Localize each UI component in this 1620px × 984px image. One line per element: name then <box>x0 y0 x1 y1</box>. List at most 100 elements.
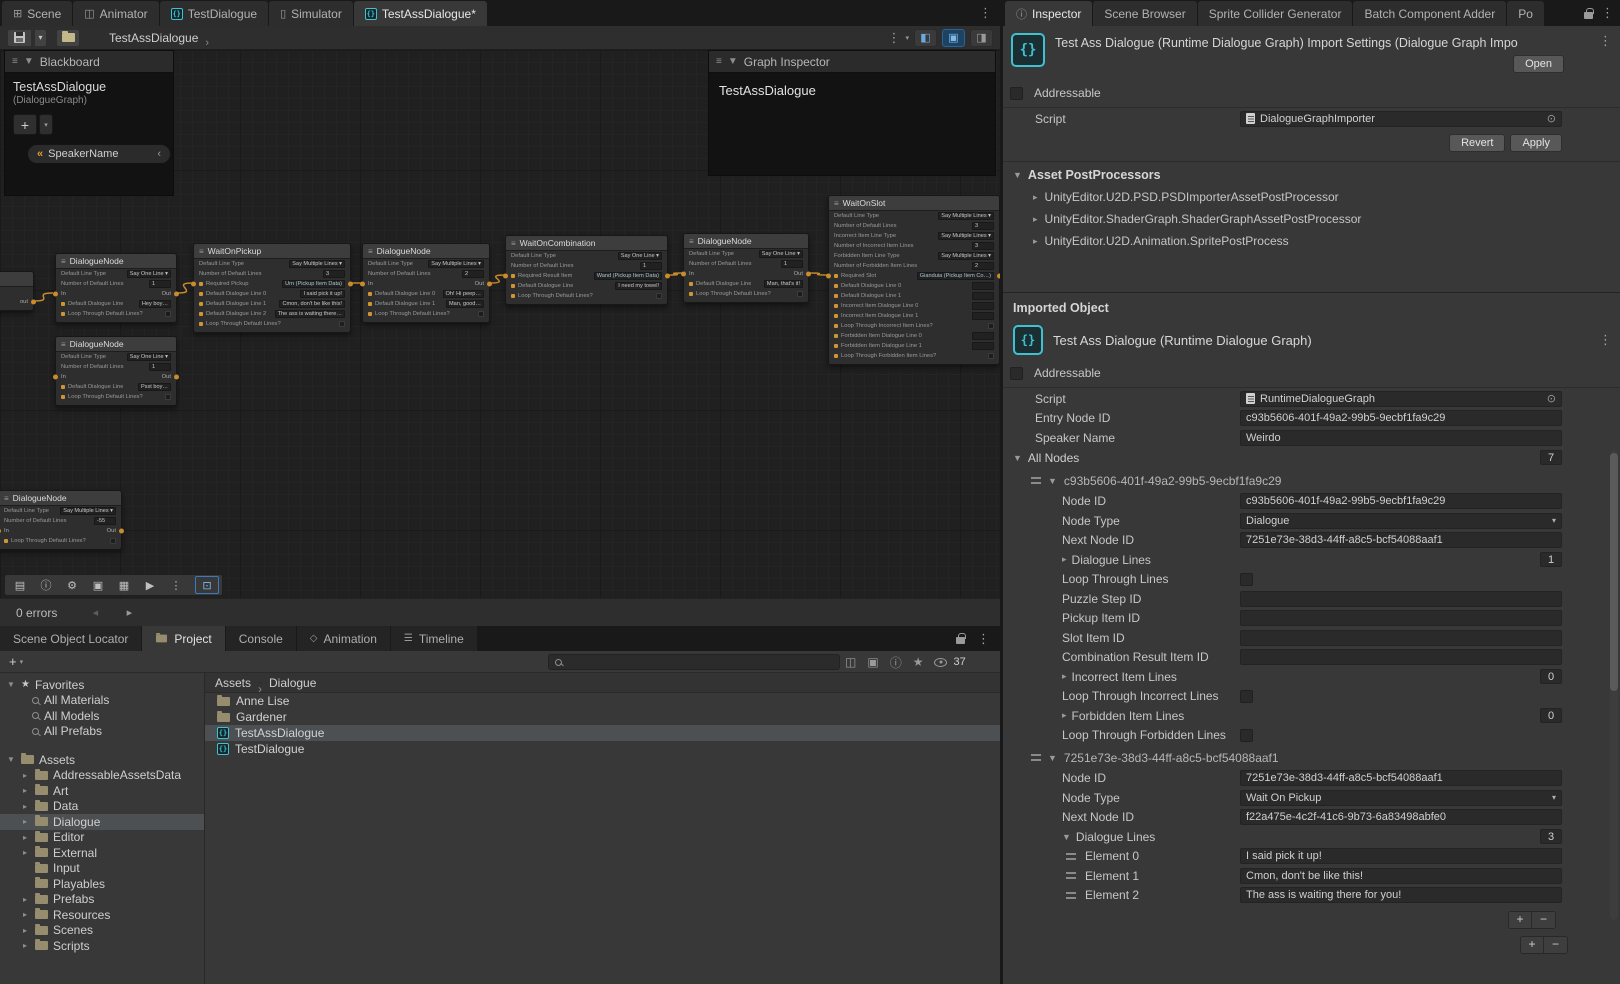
tree-item-assets[interactable]: ▼ Assets <box>0 752 204 768</box>
node-title[interactable]: ≡DialogueNode <box>56 254 176 269</box>
node-field-control[interactable]: -55 <box>94 517 116 525</box>
output-port[interactable] <box>119 529 124 534</box>
node-title[interactable]: ≡DialogueNode <box>684 234 808 249</box>
input-port[interactable] <box>53 375 58 380</box>
foldout-incorrect-item-lines[interactable]: ▸Incorrect Item Lines <box>1003 670 1240 684</box>
array-size-field[interactable]: 1 <box>1540 552 1562 567</box>
text-field-node-id[interactable]: 7251e73e-38d3-44ff-a8c5-bcf54088aaf1 <box>1240 770 1562 786</box>
script-field[interactable]: DialogueGraphImporter ⊙ <box>1240 111 1562 127</box>
node-field-control[interactable]: I need my towel! <box>615 282 662 290</box>
graph-inspector-panel[interactable]: ≡ ▼ Graph Inspector TestAssDialogue <box>708 50 996 176</box>
remove-element-button[interactable]: − <box>1544 937 1567 953</box>
array-size-field[interactable]: 0 <box>1540 669 1562 684</box>
dock-tab-animation[interactable]: ◇ Animation <box>297 626 390 651</box>
kebab-icon[interactable]: ⋮ <box>887 30 900 46</box>
breadcrumb-root[interactable]: Assets <box>215 676 251 690</box>
node-object-control[interactable]: Gianduia (Pickup Item Co…) <box>917 272 994 280</box>
node-field-control[interactable]: 2 <box>462 270 484 278</box>
addressable-checkbox[interactable] <box>1010 87 1023 100</box>
tree-item-all-materials[interactable]: All Materials <box>0 693 204 709</box>
node-entry-foldout[interactable]: ▼ c93b5606-401f-49a2-99b5-9ecbf1fa9c29 <box>1003 472 1620 490</box>
node-entry-foldout[interactable]: ▼ 7251e73e-38d3-44ff-a8c5-bcf54088aaf1 <box>1003 749 1620 767</box>
drag-handle-icon[interactable] <box>1066 853 1076 860</box>
blackboard-panel[interactable]: ≡ ▼ Blackboard TestAssDialogue (Dialogue… <box>4 50 174 196</box>
node-field-control[interactable]: Man, good… <box>446 300 484 308</box>
dock-tab-project[interactable]: Project <box>142 626 224 651</box>
kebab-icon[interactable]: ⋮ <box>977 631 990 647</box>
input-port[interactable] <box>53 292 58 297</box>
drag-handle-icon[interactable] <box>1031 754 1041 761</box>
editor-tab-testassdialogue[interactable]: TestAssDialogue* <box>354 1 487 26</box>
scrollbar-thumb[interactable] <box>1610 453 1618 691</box>
text-field-next-node-id[interactable]: 7251e73e-38d3-44ff-a8c5-bcf54088aaf1 <box>1240 532 1562 548</box>
postprocessor-item[interactable]: ▸ UnityEditor.ShaderGraph.ShaderGraphAss… <box>1003 208 1620 230</box>
text-field-pickup-item-id[interactable] <box>1240 610 1562 626</box>
tree-item-input[interactable]: Input <box>0 861 204 877</box>
create-asset-button[interactable]: +▾ <box>5 654 27 669</box>
input-port[interactable] <box>360 282 365 287</box>
blackboard-toggle-button[interactable]: ▤ <box>8 576 32 594</box>
node-field-control[interactable]: 1 <box>149 363 171 371</box>
node-dropdown-control[interactable]: Say One Line ▾ <box>127 270 171 278</box>
graph-inspector-header[interactable]: ≡ ▼ Graph Inspector <box>709 51 995 73</box>
checkbox-loop-through-forbidden-lines[interactable] <box>1240 729 1253 742</box>
asset-item-gardener[interactable]: Gardener <box>205 709 1000 725</box>
addressable-checkbox[interactable] <box>1010 367 1023 380</box>
asset-item-testdialogue[interactable]: TestDialogue <box>205 741 1000 757</box>
fold-closed-icon[interactable]: ▸ <box>20 926 30 935</box>
blackboard-add-button[interactable]: + <box>13 114 37 135</box>
package-icon[interactable]: ▣ <box>867 655 878 669</box>
editor-tab-testdialogue[interactable]: TestDialogue <box>160 1 268 26</box>
fold-closed-icon[interactable]: ▸ <box>20 771 30 780</box>
caret-icon[interactable]: ▾ <box>905 34 909 42</box>
node-checkbox[interactable] <box>110 538 116 544</box>
node-checkbox[interactable] <box>797 291 803 297</box>
node-field-control[interactable]: 3 <box>323 270 345 278</box>
hamburger-icon[interactable]: ≡ <box>12 56 18 67</box>
inspector-tab-po[interactable]: Po <box>1507 1 1544 26</box>
project-search[interactable] <box>548 654 840 670</box>
array-size-field[interactable]: 0 <box>1540 708 1562 723</box>
node-field-control[interactable]: I said pick it up! <box>300 290 345 298</box>
graph-node-waitoncombination[interactable]: ≡WaitOnCombination Default Line Type Say… <box>505 235 668 305</box>
node-field-control[interactable] <box>972 282 994 290</box>
element-value-field[interactable]: Cmon, don't be like this! <box>1240 868 1562 884</box>
checkbox-loop-through-incorrect-lines[interactable] <box>1240 690 1253 703</box>
frame-toggle-button[interactable]: ⊡ <box>195 576 219 594</box>
output-port[interactable] <box>31 300 36 305</box>
lock-icon[interactable] <box>1584 12 1593 19</box>
node-dropdown-control[interactable]: Say One Line ▾ <box>618 252 662 260</box>
hamburger-icon[interactable]: ≡ <box>716 56 722 67</box>
fold-closed-icon[interactable]: ▸ <box>1033 192 1038 203</box>
script-field[interactable]: RuntimeDialogueGraph ⊙ <box>1240 391 1562 407</box>
graph-node-dialoguenode[interactable]: ≡DialogueNode Default Line Type Say One … <box>683 233 809 303</box>
tree-item-scenes[interactable]: ▸ Scenes <box>0 923 204 939</box>
node-field-control[interactable] <box>972 342 994 350</box>
node-checkbox[interactable] <box>339 321 345 327</box>
output-port[interactable] <box>174 292 179 297</box>
speaker-name-field[interactable]: Weirdo <box>1240 430 1562 446</box>
kebab-toggle-button[interactable]: ⋮ <box>164 576 188 594</box>
node-title[interactable]: ≡WaitOnCombination <box>506 236 667 251</box>
fold-closed-icon[interactable]: ▸ <box>20 802 30 811</box>
tree-item-playables[interactable]: Playables <box>0 876 204 892</box>
tree-item-editor[interactable]: ▸ Editor <box>0 830 204 846</box>
save-dropdown-button[interactable]: ▾ <box>34 29 47 47</box>
show-in-project-button[interactable] <box>56 29 80 47</box>
node-dropdown-control[interactable]: Say Multiple Lines ▾ <box>938 212 994 220</box>
editor-tab-scene[interactable]: ⊞ Scene <box>2 1 72 26</box>
tree-item-resources[interactable]: ▸ Resources <box>0 907 204 923</box>
next-error-button[interactable]: ▸ <box>115 604 143 621</box>
output-port[interactable] <box>806 272 811 277</box>
postprocessor-item[interactable]: ▸ UnityEditor.U2D.PSD.PSDImporterAssetPo… <box>1003 186 1620 208</box>
node-dropdown-control[interactable]: Say Multiple Lines ▾ <box>938 252 994 260</box>
fold-open-icon[interactable]: ▼ <box>6 680 16 689</box>
node-title[interactable]: ≡WaitOnPickup <box>194 244 350 259</box>
node-checkbox[interactable] <box>165 311 171 317</box>
fold-closed-icon[interactable]: ▸ <box>20 833 30 842</box>
output-port[interactable] <box>348 282 353 287</box>
previous-error-button[interactable]: ◂ <box>81 604 109 621</box>
fold-closed-icon[interactable]: ▸ <box>1033 214 1038 225</box>
fold-closed-icon[interactable]: ▸ <box>20 786 30 795</box>
eye-icon[interactable] <box>934 658 947 667</box>
